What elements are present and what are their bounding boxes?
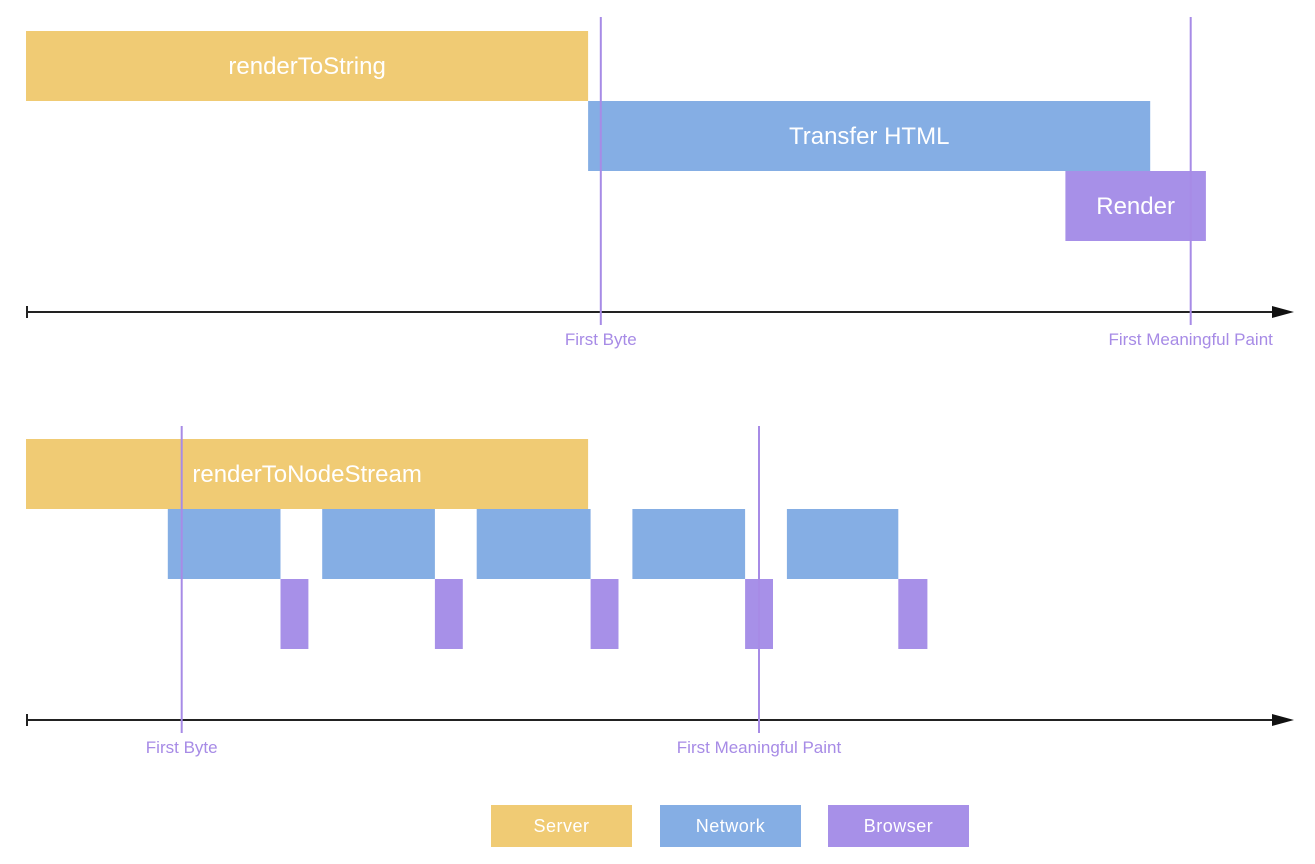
browser-segment-5	[898, 579, 928, 649]
legend-server: Server	[491, 805, 632, 847]
network-segment-5	[786, 509, 899, 579]
arrow-head-icon	[1272, 714, 1294, 726]
segment-label-render: Render	[1096, 193, 1175, 220]
legend-network: Network	[660, 805, 801, 847]
browser-segment-3	[590, 579, 619, 649]
arrow-head-icon	[1272, 306, 1294, 318]
network-segment-4	[632, 509, 746, 579]
legend: Server Network Browser	[0, 805, 1315, 847]
marker-label-first-meaningful-paint: First Meaningful Paint	[1108, 330, 1273, 349]
segment-label-render-to-node-stream: renderToNodeStream	[192, 461, 421, 488]
segment-label-render-to-string: renderToString	[228, 53, 385, 80]
network-segment-1	[167, 509, 281, 579]
diagram-render-to-string: renderToString Transfer HTML Render First B…	[26, 17, 1294, 349]
diagram-render-to-node-stream: renderToNodeStream First Byte First Meanin…	[26, 426, 1294, 757]
network-segment-3	[476, 509, 591, 579]
legend-browser: Browser	[828, 805, 969, 847]
browser-segment-2	[434, 579, 463, 649]
marker-label-first-meaningful-paint: First Meaningful Paint	[677, 738, 842, 757]
browser-segment-1	[280, 579, 309, 649]
timeline-diagram: renderToString Transfer HTML Render First B…	[26, 17, 1294, 757]
marker-label-first-byte: First Byte	[146, 738, 218, 757]
segment-label-transfer-html: Transfer HTML	[789, 123, 949, 150]
marker-label-first-byte: First Byte	[565, 330, 637, 349]
network-segment-2	[322, 509, 435, 579]
